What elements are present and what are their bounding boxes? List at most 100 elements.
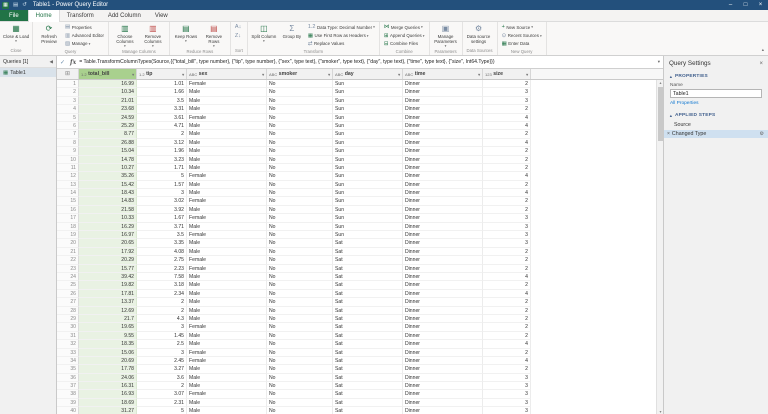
filter-icon-tip[interactable]: ▾ <box>182 72 184 77</box>
cell[interactable]: No <box>267 315 333 323</box>
row-number[interactable]: 7 <box>57 130 79 138</box>
cell[interactable]: Sat <box>333 365 403 373</box>
replace-values-button[interactable]: ⇄Replace Values <box>306 40 377 48</box>
cell[interactable]: Male <box>187 156 267 164</box>
cell[interactable]: 3.18 <box>137 281 187 289</box>
cell[interactable]: Sun <box>333 164 403 172</box>
cell[interactable]: Male <box>187 290 267 298</box>
cell[interactable]: Male <box>187 407 267 414</box>
cell[interactable]: 2 <box>483 147 531 155</box>
cell[interactable]: 2 <box>483 206 531 214</box>
cell[interactable]: 15.42 <box>79 181 137 189</box>
cell[interactable]: 3.61 <box>137 114 187 122</box>
cell[interactable]: Sat <box>333 357 403 365</box>
cell[interactable]: No <box>267 365 333 373</box>
minimize-button[interactable]: – <box>723 0 738 10</box>
cell[interactable]: 2 <box>483 130 531 138</box>
vertical-scrollbar[interactable]: ▴ ▾ <box>656 80 663 414</box>
combine-files-button[interactable]: ⊟Combine Files <box>382 40 427 48</box>
cell[interactable]: 3.92 <box>137 206 187 214</box>
row-number[interactable]: 22 <box>57 256 79 264</box>
cell[interactable]: Sat <box>333 332 403 340</box>
row-number[interactable]: 14 <box>57 189 79 197</box>
manage-parameters-button[interactable]: ▣Manage Parameters▾ <box>432 23 460 48</box>
cell[interactable]: 1.67 <box>137 214 187 222</box>
cell[interactable]: Dinner <box>403 181 483 189</box>
row-number[interactable]: 3 <box>57 97 79 105</box>
cell[interactable]: Dinner <box>403 340 483 348</box>
cell[interactable]: Sat <box>333 374 403 382</box>
cell[interactable]: 25.29 <box>79 122 137 130</box>
cell[interactable]: Dinner <box>403 248 483 256</box>
cell[interactable]: Female <box>187 323 267 331</box>
cell[interactable]: 2 <box>483 197 531 205</box>
cell[interactable]: 3 <box>483 223 531 231</box>
cell[interactable]: Male <box>187 340 267 348</box>
row-number[interactable]: 40 <box>57 407 79 414</box>
cell[interactable]: Dinner <box>403 256 483 264</box>
cell[interactable]: Sat <box>333 315 403 323</box>
cell[interactable]: Male <box>187 382 267 390</box>
cell[interactable]: Male <box>187 189 267 197</box>
cell[interactable]: 17.78 <box>79 365 137 373</box>
column-header-total_bill[interactable]: 1.2total_bill▾ <box>79 69 137 79</box>
row-number[interactable]: 33 <box>57 349 79 357</box>
cell[interactable]: Male <box>187 206 267 214</box>
name-input[interactable]: Table1 <box>670 89 762 98</box>
row-number[interactable]: 8 <box>57 139 79 147</box>
keep-rows-button[interactable]: ▤Keep Rows▾ <box>172 23 200 43</box>
cell[interactable]: 8.77 <box>79 130 137 138</box>
cell[interactable]: 2 <box>483 307 531 315</box>
cell[interactable]: Sun <box>333 105 403 113</box>
close-load-button[interactable]: ▦Close & Load▾ <box>2 23 30 43</box>
cell[interactable]: Male <box>187 223 267 231</box>
cell[interactable]: Sun <box>333 181 403 189</box>
cell[interactable]: 3 <box>483 214 531 222</box>
cell[interactable]: No <box>267 399 333 407</box>
cell[interactable]: 15.06 <box>79 349 137 357</box>
cell[interactable]: Female <box>187 172 267 180</box>
row-number[interactable]: 24 <box>57 273 79 281</box>
cell[interactable]: Dinner <box>403 139 483 147</box>
cell[interactable]: 21.58 <box>79 206 137 214</box>
cell[interactable]: Dinner <box>403 164 483 172</box>
cell[interactable]: 5 <box>137 172 187 180</box>
row-number[interactable]: 21 <box>57 248 79 256</box>
cell[interactable]: Sat <box>333 340 403 348</box>
cell[interactable]: Sat <box>333 248 403 256</box>
cell[interactable]: 2 <box>137 382 187 390</box>
row-number[interactable]: 29 <box>57 315 79 323</box>
cell[interactable]: 3.35 <box>137 239 187 247</box>
applied-step-source[interactable]: Source <box>664 121 768 130</box>
cell[interactable]: Sat <box>333 265 403 273</box>
cell[interactable]: 3 <box>483 399 531 407</box>
cell[interactable]: 16.97 <box>79 231 137 239</box>
cell[interactable]: Sat <box>333 382 403 390</box>
cell[interactable]: 2.23 <box>137 265 187 273</box>
data-type-decimal-number-button[interactable]: 1.2Data Type: Decimal Number▾ <box>306 23 377 31</box>
row-number[interactable]: 19 <box>57 231 79 239</box>
cell[interactable]: 4 <box>483 189 531 197</box>
cell[interactable]: Sun <box>333 223 403 231</box>
cell[interactable]: Dinner <box>403 206 483 214</box>
cell[interactable]: 9.55 <box>79 332 137 340</box>
cell[interactable]: Sun <box>333 80 403 88</box>
cell[interactable]: Female <box>187 197 267 205</box>
cell[interactable]: Dinner <box>403 156 483 164</box>
cell[interactable]: 2 <box>483 323 531 331</box>
undo-icon[interactable]: ↺ <box>22 0 27 10</box>
cell[interactable]: Male <box>187 164 267 172</box>
row-number[interactable]: 2 <box>57 88 79 96</box>
cell[interactable]: Male <box>187 248 267 256</box>
cell[interactable]: Sun <box>333 114 403 122</box>
formula-input[interactable]: = Table.TransformColumnTypes(Source,{{"t… <box>79 59 655 65</box>
cell[interactable]: Dinner <box>403 223 483 231</box>
row-number[interactable]: 35 <box>57 365 79 373</box>
properties-section-header[interactable]: ▲ PROPERTIES <box>664 71 768 81</box>
cell[interactable]: 2 <box>483 181 531 189</box>
cell[interactable]: Male <box>187 139 267 147</box>
cell[interactable]: 18.43 <box>79 189 137 197</box>
cell[interactable]: 15.04 <box>79 147 137 155</box>
cell[interactable]: Dinner <box>403 80 483 88</box>
cell[interactable]: 39.42 <box>79 273 137 281</box>
